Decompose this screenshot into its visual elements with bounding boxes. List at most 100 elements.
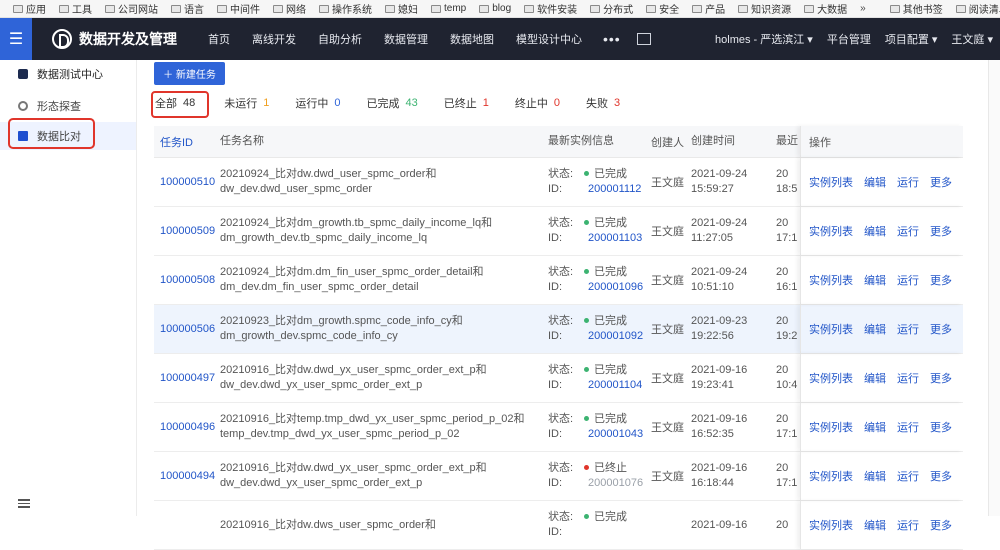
table-row[interactable]: 100000508 20210924_比对dm.dm_fin_user_spmc_… [154, 256, 963, 305]
status-tab[interactable]: 已完成 43 [367, 95, 418, 111]
bookmark-item[interactable]: 中间件 [211, 1, 267, 16]
table-row[interactable]: 100000497 20210916_比对dw.dwd_yx_user_spmc_… [154, 354, 963, 403]
run-link[interactable]: 运行 [897, 419, 919, 435]
bookmark-item[interactable]: 工具 [53, 1, 99, 16]
tab-label: 终止中 [514, 98, 548, 110]
task-name-line: dw_dev.dwd_yx_user_spmc_order_ext_p [220, 379, 423, 391]
more-link[interactable]: 更多 [930, 321, 952, 337]
status-text: 已完成 [594, 217, 627, 229]
bookmark-item[interactable]: 大数据 [798, 1, 854, 16]
edit-link[interactable]: 编辑 [864, 517, 886, 533]
bookmark-item[interactable]: blog [473, 1, 518, 16]
bookmark-item[interactable]: temp [425, 1, 473, 16]
new-task-button[interactable]: ＋ 新建任务 [154, 62, 225, 85]
status-tab[interactable]: 失败 3 [586, 95, 620, 111]
bookmark-item[interactable]: 应用 [7, 1, 53, 16]
fullscreen-icon[interactable] [636, 33, 651, 45]
instance-list-link[interactable]: 实例列表 [809, 174, 853, 190]
edit-link[interactable]: 编辑 [864, 419, 886, 435]
reading-list-button[interactable]: 阅读清单 [950, 1, 1000, 16]
table-row[interactable]: 20210916_比对dw.dws_user_spmc_order和 状态: 已完成… [154, 501, 963, 550]
status-tab[interactable]: 终止中 0 [515, 95, 560, 111]
run-link[interactable]: 运行 [897, 223, 919, 239]
nav-more-icon[interactable]: ••• [593, 31, 631, 47]
bookmarks-more-button[interactable]: » [854, 3, 872, 14]
nav-item-data-map[interactable]: 数据地图 [439, 31, 505, 47]
table-row[interactable]: 100000494 20210916_比对dw.dwd_yx_user_spmc_… [154, 452, 963, 501]
instance-list-link[interactable]: 实例列表 [809, 517, 853, 533]
status-text: 已完成 [594, 266, 627, 278]
bookmark-item[interactable]: 媳妇 [379, 1, 425, 16]
bookmark-item[interactable]: 产品 [686, 1, 732, 16]
platform-management-link[interactable]: 平台管理 [820, 31, 878, 47]
bookmark-item[interactable]: 操作系统 [313, 1, 379, 16]
task-id-link[interactable]: 100000496 [154, 421, 220, 433]
run-link[interactable]: 运行 [897, 468, 919, 484]
bookmark-item[interactable]: 公司网站 [99, 1, 165, 16]
more-link[interactable]: 更多 [930, 272, 952, 288]
nav-item-offline-dev[interactable]: 离线开发 [241, 31, 307, 47]
nav-item-model-design[interactable]: 模型设计中心 [505, 31, 593, 47]
bookmark-item[interactable]: 知识资源 [732, 1, 798, 16]
table-row[interactable]: 100000510 20210924_比对dw.dwd_user_spmc_ord… [154, 158, 963, 207]
instance-id-link[interactable]: 200001103 [588, 232, 642, 244]
more-link[interactable]: 更多 [930, 370, 952, 386]
bookmark-item[interactable]: 安全 [640, 1, 686, 16]
bookmark-item[interactable]: 分布式 [584, 1, 640, 16]
other-bookmarks-folder[interactable]: 其他书签 [884, 1, 950, 16]
more-link[interactable]: 更多 [930, 517, 952, 533]
instance-list-link[interactable]: 实例列表 [809, 468, 853, 484]
task-id-link[interactable]: 100000509 [154, 225, 220, 237]
run-link[interactable]: 运行 [897, 517, 919, 533]
bookmark-item[interactable]: 软件安装 [518, 1, 584, 16]
project-selector[interactable]: holmes - 严选滨江 ▾ [708, 31, 820, 47]
instance-id-link[interactable]: 200001096 [588, 281, 643, 293]
col-header-instance: 最新实例信息 [548, 135, 614, 147]
instance-id-link[interactable]: 200001092 [588, 330, 643, 342]
table-row[interactable]: 100000509 20210924_比对dm_growth.tb_spmc_da… [154, 207, 963, 256]
more-link[interactable]: 更多 [930, 174, 952, 190]
bookmark-item[interactable]: 网络 [267, 1, 313, 16]
status-tab[interactable]: 运行中 0 [295, 95, 340, 111]
run-link[interactable]: 运行 [897, 272, 919, 288]
instance-id-link[interactable]: 200001076 [588, 477, 643, 489]
more-link[interactable]: 更多 [930, 468, 952, 484]
instance-id-link[interactable]: 200001104 [588, 379, 642, 391]
table-row[interactable]: 100000496 20210916_比对temp.tmp_dwd_yx_user… [154, 403, 963, 452]
instance-list-link[interactable]: 实例列表 [809, 370, 853, 386]
edit-link[interactable]: 编辑 [864, 272, 886, 288]
task-id-link[interactable]: 100000508 [154, 274, 220, 286]
user-menu[interactable]: 王文庭 ▾ [944, 31, 1000, 47]
instance-id-link[interactable]: 200001112 [588, 183, 641, 195]
edit-link[interactable]: 编辑 [864, 223, 886, 239]
run-link[interactable]: 运行 [897, 174, 919, 190]
edit-link[interactable]: 编辑 [864, 370, 886, 386]
nav-item-data-management[interactable]: 数据管理 [373, 31, 439, 47]
collapse-sidebar-icon[interactable] [18, 499, 30, 508]
task-id-link[interactable]: 100000506 [154, 323, 220, 335]
run-link[interactable]: 运行 [897, 370, 919, 386]
instance-id-link[interactable]: 200001043 [588, 428, 643, 440]
more-link[interactable]: 更多 [930, 223, 952, 239]
instance-list-link[interactable]: 实例列表 [809, 321, 853, 337]
instance-list-link[interactable]: 实例列表 [809, 223, 853, 239]
run-link[interactable]: 运行 [897, 321, 919, 337]
task-id-link[interactable]: 100000494 [154, 470, 220, 482]
nav-item-self-analysis[interactable]: 自助分析 [307, 31, 373, 47]
status-tab[interactable]: 未运行 1 [224, 95, 269, 111]
table-row[interactable]: 100000506 20210923_比对dm_growth.spmc_code_… [154, 305, 963, 354]
sidebar-item-profile-probe[interactable]: 形态探查 [0, 92, 136, 120]
edit-link[interactable]: 编辑 [864, 174, 886, 190]
task-id-link[interactable]: 100000497 [154, 372, 220, 384]
nav-item-home[interactable]: 首页 [197, 31, 241, 47]
bookmark-item[interactable]: 语言 [165, 1, 211, 16]
instance-list-link[interactable]: 实例列表 [809, 419, 853, 435]
project-config-menu[interactable]: 项目配置 ▾ [878, 31, 945, 47]
task-id-link[interactable]: 100000510 [154, 176, 220, 188]
more-link[interactable]: 更多 [930, 419, 952, 435]
hamburger-menu-icon[interactable]: ☰ [0, 18, 32, 60]
instance-list-link[interactable]: 实例列表 [809, 272, 853, 288]
edit-link[interactable]: 编辑 [864, 468, 886, 484]
status-tab[interactable]: 已终止 1 [444, 95, 489, 111]
edit-link[interactable]: 编辑 [864, 321, 886, 337]
